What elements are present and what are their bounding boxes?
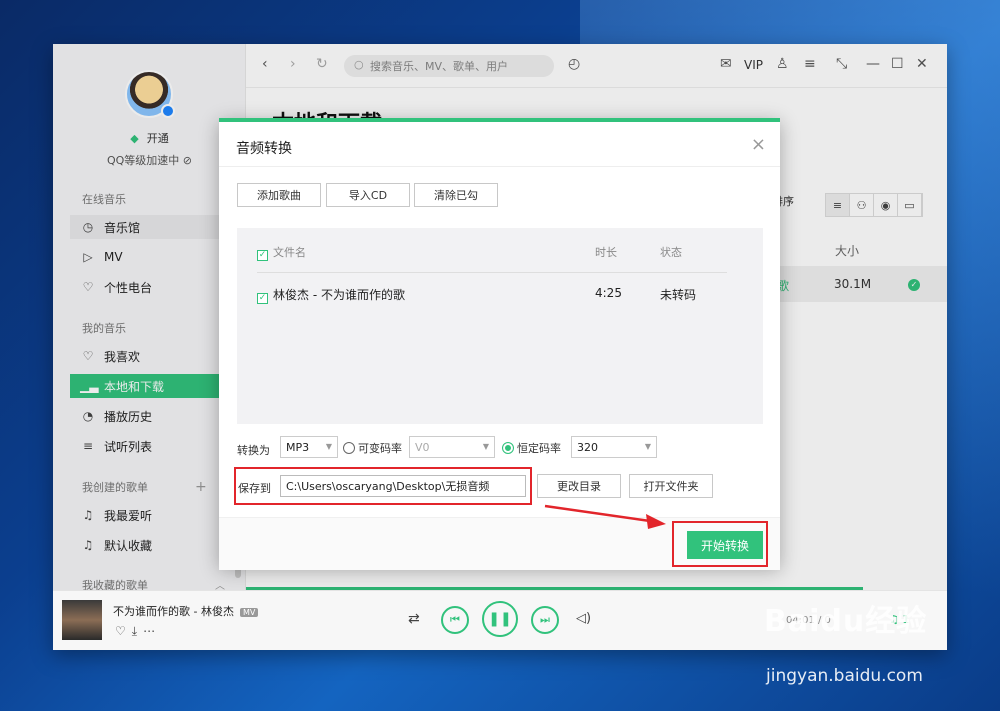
baidu-watermark-url: jingyan.baidu.com [766, 666, 923, 686]
baidu-watermark-logo: Baidu经验 [764, 604, 928, 639]
